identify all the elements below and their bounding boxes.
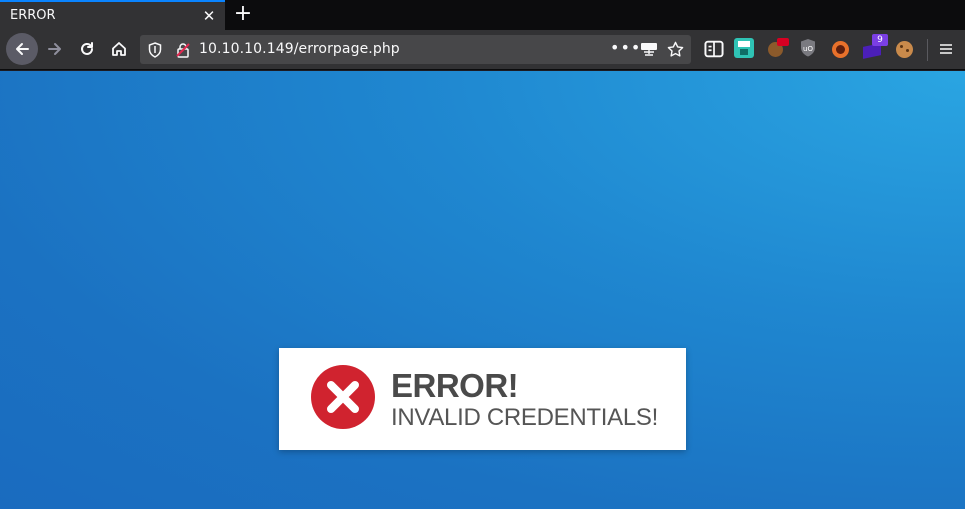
error-title: ERROR! [391,367,519,404]
star-icon[interactable] [667,41,684,58]
ublock-icon[interactable]: uO [799,38,821,60]
tab-error[interactable]: ERROR ✕ [0,0,225,30]
navigation-toolbar: 10.10.10.149/errorpage.php ••• uO 9 [0,30,965,70]
error-message: INVALID CREDENTIALS! [391,404,658,431]
extension-badge: 9 [872,34,888,46]
url-bar[interactable]: 10.10.10.149/errorpage.php ••• [140,35,691,64]
close-icon[interactable]: ✕ [200,5,218,27]
back-button[interactable] [6,33,38,65]
firefox-extension-icon[interactable] [830,38,852,60]
reload-icon [81,42,93,55]
toolbar-separator [927,39,928,61]
tab-title: ERROR [10,8,56,23]
reload-button[interactable] [73,35,101,63]
url-text[interactable]: 10.10.10.149/errorpage.php [199,41,400,57]
page-content: ERROR! INVALID CREDENTIALS! [0,71,965,509]
forward-button[interactable] [41,35,69,63]
cookie-icon[interactable] [894,38,916,60]
error-icon [311,365,375,429]
screenshot-icon[interactable] [640,41,658,57]
home-button[interactable] [105,35,133,63]
tab-strip: ERROR ✕ + [0,0,965,30]
more-icon[interactable]: ••• [610,38,641,57]
save-icon[interactable] [734,38,754,58]
reader-icon[interactable] [703,38,725,60]
plus-icon: + [233,1,253,26]
home-icon [112,42,126,56]
cookie-icon[interactable] [766,38,789,60]
x-icon [327,381,359,413]
arrow-left-icon [16,43,29,55]
insecure-lock-icon[interactable] [175,42,191,58]
error-box: ERROR! INVALID CREDENTIALS! [279,348,686,450]
arrow-right-icon [48,43,61,55]
new-tab-button[interactable]: + [231,2,255,28]
svg-text:uO: uO [803,45,813,53]
menu-button[interactable] [932,35,960,63]
badge-extension-icon[interactable]: 9 [862,34,888,60]
menu-icon [940,44,952,54]
shield-icon[interactable] [148,42,162,58]
